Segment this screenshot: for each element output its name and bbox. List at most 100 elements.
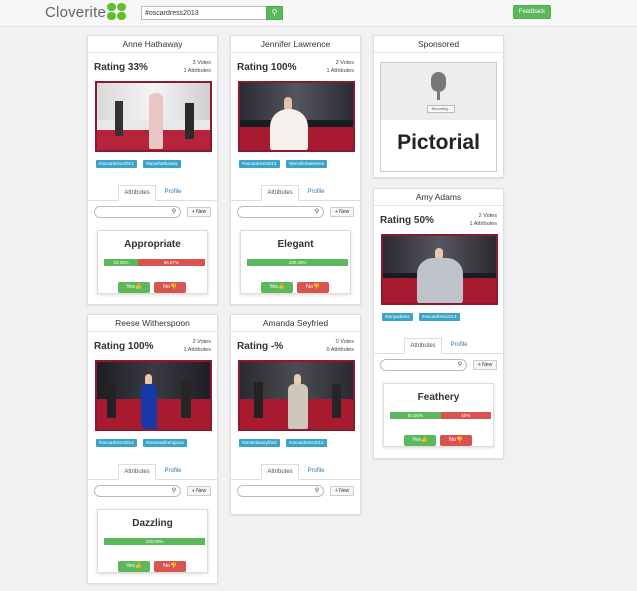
rating-row: Rating 50% 2 Votes 1 Attributes xyxy=(374,206,503,234)
attributes-count: 1 Attributes xyxy=(183,68,211,74)
yes-button[interactable]: Yes👍 xyxy=(261,282,293,293)
tag[interactable]: #amandaseyfried xyxy=(239,439,280,447)
new-attribute-button[interactable]: + New xyxy=(473,360,497,370)
attribute-search-input[interactable] xyxy=(237,485,312,497)
tab-profile[interactable]: Profile xyxy=(158,464,188,480)
attributes-count: 1 Attributes xyxy=(183,347,211,353)
feedback-button[interactable]: Feedback xyxy=(513,5,551,19)
vote-buttons: Yes👍 No👎 xyxy=(118,554,190,572)
search-icon[interactable]: ⚲ xyxy=(168,485,181,497)
tab-attributes[interactable]: Attributes xyxy=(404,338,442,354)
vote-count: 2 Votes 1 Attributes xyxy=(326,59,354,75)
tag-list: #oscardress2013 #annehathaway xyxy=(96,160,217,169)
search-icon[interactable]: ⚲ xyxy=(454,359,467,371)
recording-button[interactable]: Recording... xyxy=(427,105,455,113)
yes-bar-segment: 100.00% xyxy=(247,259,348,266)
rating-row: Rating -% 0 Votes 0 Attributes xyxy=(231,332,360,360)
tag-list: #amyadams #oscardress2013 xyxy=(382,313,503,322)
attribute-box: Appropriate 33.33% 66.67% Yes👍 No👎 xyxy=(97,230,208,294)
sponsored-ad[interactable]: Recording... Pictorial xyxy=(380,62,497,172)
no-button[interactable]: No👎 xyxy=(297,282,329,293)
tag[interactable]: #oscardress2013 xyxy=(96,160,137,168)
attribute-name: Appropriate xyxy=(124,239,181,250)
no-button[interactable]: No👎 xyxy=(440,435,472,446)
new-attribute-button[interactable]: + New xyxy=(187,207,211,217)
tab-profile[interactable]: Profile xyxy=(444,338,474,354)
clover-logo-icon[interactable] xyxy=(107,3,127,21)
votes-text: 2 Votes xyxy=(478,213,497,219)
celebrity-photo[interactable] xyxy=(238,360,355,431)
yes-button[interactable]: Yes👍 xyxy=(118,282,150,293)
attributes-count: 0 Attributes xyxy=(326,347,354,353)
tab-attributes[interactable]: Attributes xyxy=(118,464,156,480)
tag[interactable]: #jenniferlawrence xyxy=(285,160,328,168)
no-button[interactable]: No👎 xyxy=(154,282,186,293)
card-title[interactable]: Anne Hathaway xyxy=(88,36,217,53)
celebrity-photo[interactable] xyxy=(95,360,212,431)
new-attribute-button[interactable]: + New xyxy=(330,207,354,217)
vote-bar: 33.33% 66.67% xyxy=(104,259,205,266)
vote-buttons: Yes👍 No👎 xyxy=(118,275,190,293)
card-title[interactable]: Jennifer Lawrence xyxy=(231,36,360,53)
top-navbar: Cloverite ⚲ Feedback xyxy=(0,0,637,27)
card-title[interactable]: Amanda Seyfried xyxy=(231,315,360,332)
new-attribute-button[interactable]: + New xyxy=(330,486,354,496)
search-icon[interactable]: ⚲ xyxy=(311,206,324,218)
tag[interactable]: #oscardress2013 xyxy=(96,439,137,447)
logo-text[interactable]: Cloverite xyxy=(45,4,106,21)
yes-button[interactable]: Yes👍 xyxy=(404,435,436,446)
votes-text: 2 Votes xyxy=(192,339,211,345)
tag[interactable]: #oscardress2013 xyxy=(239,160,280,168)
tag[interactable]: #amyadams xyxy=(382,313,413,321)
card-title[interactable]: Reese Witherspoon xyxy=(88,315,217,332)
yes-button[interactable]: Yes👍 xyxy=(118,561,150,572)
sponsored-card: Sponsored Recording... Pictorial xyxy=(373,35,504,178)
attribute-search-input[interactable] xyxy=(94,485,169,497)
rating-row: Rating 100% 2 Votes 1 Attributes xyxy=(88,332,217,360)
no-bar-segment: 66.67% xyxy=(137,259,205,266)
no-bar-segment: 50% xyxy=(440,412,491,419)
attribute-box: Feathery 50.00% 50% Yes👍 No👎 xyxy=(383,383,494,447)
attribute-search-input[interactable] xyxy=(237,206,312,218)
celebrity-photo[interactable] xyxy=(381,234,498,305)
card-tabs: Attributes Profile xyxy=(374,338,503,354)
search-icon[interactable]: ⚲ xyxy=(168,206,181,218)
tag[interactable]: #oscardress2013 xyxy=(418,313,460,321)
celebrity-card: Reese Witherspoon Rating 100% 2 Votes 1 … xyxy=(87,314,218,584)
attributes-count: 1 Attributes xyxy=(326,68,354,74)
tag[interactable]: #oscardress2013 xyxy=(285,439,327,447)
votes-text: 3 Votes xyxy=(192,60,211,66)
vote-count: 2 Votes 1 Attributes xyxy=(183,338,211,354)
search-icon[interactable]: ⚲ xyxy=(311,485,324,497)
tab-profile[interactable]: Profile xyxy=(158,185,188,201)
rating-row: Rating 100% 2 Votes 1 Attributes xyxy=(231,53,360,81)
celebrity-photo[interactable] xyxy=(95,81,212,152)
search-input[interactable] xyxy=(141,6,267,20)
no-button[interactable]: No👎 xyxy=(154,561,186,572)
attribute-search-row: ⚲ + New xyxy=(374,359,503,375)
vote-bar: 100.00% xyxy=(104,538,205,545)
vote-bar: 100.00% xyxy=(247,259,348,266)
yes-bar-segment: 33.33% xyxy=(104,259,138,266)
tag-list: #amandaseyfried #oscardress2013 xyxy=(239,439,360,448)
tab-attributes[interactable]: Attributes xyxy=(118,185,156,201)
tag[interactable]: #annehathaway xyxy=(142,160,181,168)
rating-value: Rating 33% xyxy=(94,62,148,73)
attribute-name: Dazzling xyxy=(132,518,173,529)
card-title[interactable]: Amy Adams xyxy=(374,189,503,206)
tab-attributes[interactable]: Attributes xyxy=(261,464,299,480)
search-button[interactable]: ⚲ xyxy=(266,6,283,20)
celebrity-photo[interactable] xyxy=(238,81,355,152)
tab-attributes[interactable]: Attributes xyxy=(261,185,299,201)
attribute-search-input[interactable] xyxy=(94,206,169,218)
celebrity-card: Amy Adams Rating 50% 2 Votes 1 Attribute… xyxy=(373,188,504,459)
tag[interactable]: #reesewitherspoon xyxy=(142,439,188,447)
attribute-search-row: ⚲ + New xyxy=(231,485,360,501)
tab-profile[interactable]: Profile xyxy=(301,464,331,480)
attribute-box: Elegant 100.00% Yes👍 No👎 xyxy=(240,230,351,294)
new-attribute-button[interactable]: + New xyxy=(187,486,211,496)
attributes-count: 1 Attributes xyxy=(469,221,497,227)
celebrity-card: Jennifer Lawrence Rating 100% 2 Votes 1 … xyxy=(230,35,361,305)
attribute-search-input[interactable] xyxy=(380,359,455,371)
tab-profile[interactable]: Profile xyxy=(301,185,331,201)
